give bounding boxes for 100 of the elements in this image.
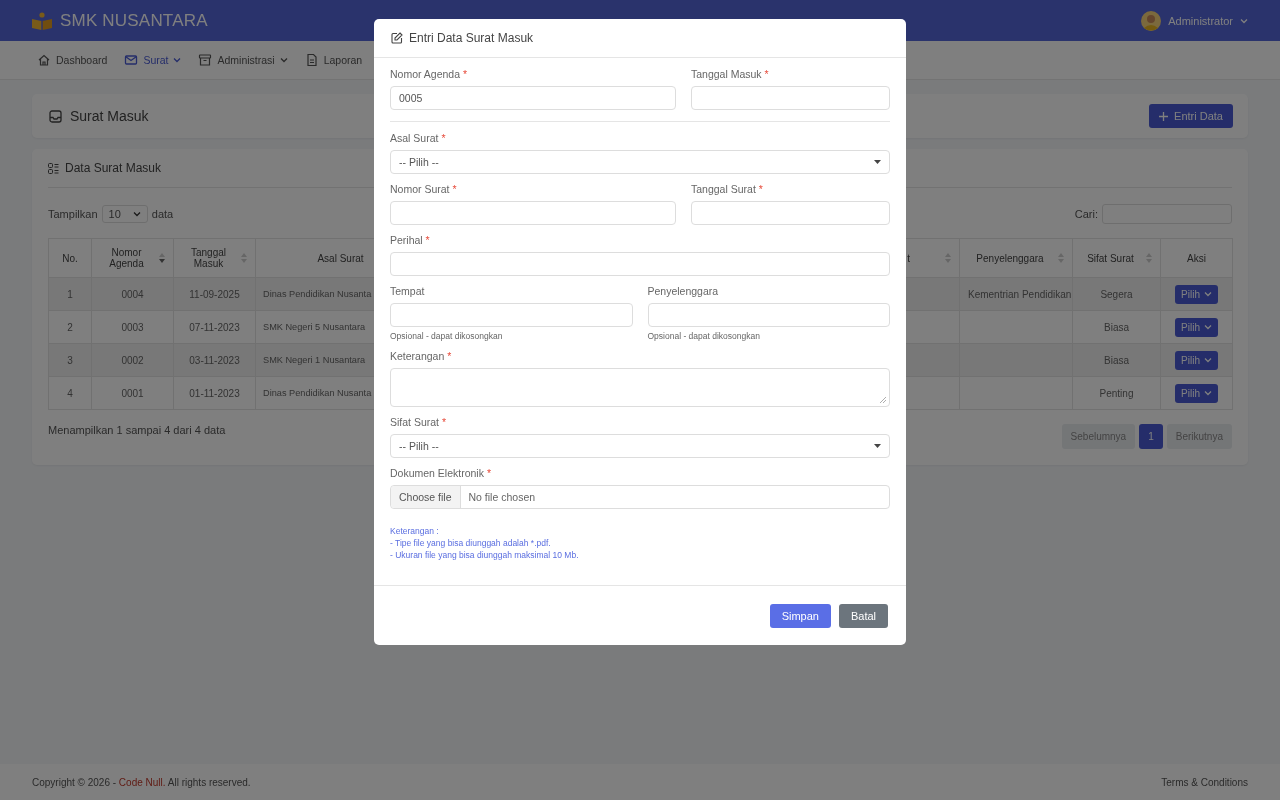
save-button[interactable]: Simpan — [769, 604, 831, 628]
user-menu[interactable]: Administrator — [1141, 10, 1248, 31]
author-link[interactable]: Code Null. — [118, 776, 166, 788]
help-text: Opsional - dapat dikosongkan — [647, 331, 761, 341]
column-header: Sifat Surat — [1087, 252, 1134, 264]
column-header: t — [907, 252, 910, 264]
table-cell: SMK Negeri 5 Nusantara — [263, 322, 366, 332]
column-header: Tanggal Masuk — [190, 247, 227, 269]
table-cell: Dinas Pendidikan Nusanta — [263, 289, 372, 299]
input-field[interactable]: 0005 — [390, 86, 676, 110]
table-cell: 0001 — [121, 387, 144, 399]
pilih-button[interactable]: Pilih — [1175, 350, 1218, 370]
table-cell: 0002 — [121, 354, 144, 366]
home-icon — [37, 53, 51, 67]
avatar-icon — [1141, 10, 1162, 31]
table-cell: Dinas Pendidikan Nusanta — [263, 388, 372, 398]
field-label: Dokumen Elektronik * — [390, 467, 492, 479]
sort-icon[interactable] — [159, 253, 165, 263]
note-text: - Tipe file yang bisa diunggah adalah *.pdf. — [390, 538, 552, 548]
field-label: Perihal * — [390, 234, 431, 246]
table-cell: Segera — [1100, 288, 1133, 300]
table-cell: 4 — [67, 387, 73, 399]
dropdown-arrow-icon — [874, 160, 881, 164]
table-info: Menampilkan 1 sampai 4 dari 4 data — [48, 424, 226, 436]
pilih-button[interactable]: Pilih — [1175, 284, 1218, 304]
table-cell: Penting — [1099, 387, 1134, 399]
table-cell: 01-11-2023 — [189, 387, 240, 399]
sort-icon[interactable] — [241, 253, 247, 263]
field-label: Tempat — [390, 285, 426, 297]
copyright-text: Copyright © 2026 - Code Null. All rights reserved. — [32, 776, 251, 788]
column-header: Aksi — [1187, 252, 1206, 264]
page-title: Surat Masuk — [70, 108, 149, 124]
pilih-button[interactable]: Pilih — [1175, 383, 1218, 403]
input-field[interactable] — [390, 303, 633, 327]
caret-icon — [1203, 291, 1212, 297]
table-cell: Kementrian Pendidikan — [968, 288, 1072, 300]
table-cell: Biasa — [1104, 321, 1129, 333]
page-button[interactable]: 1 — [1139, 424, 1163, 449]
field-label: Keterangan * — [390, 350, 453, 362]
table-cell: Biasa — [1104, 354, 1129, 366]
input-field[interactable] — [647, 303, 890, 327]
field-label: Nomor Agenda * — [390, 68, 469, 80]
file-field[interactable]: Choose file No file chosen — [390, 485, 890, 509]
pilih-button[interactable]: Pilih — [1175, 317, 1218, 337]
caret-icon — [132, 211, 141, 217]
input-field[interactable] — [691, 86, 890, 110]
plus-icon — [1159, 111, 1169, 121]
archive-icon — [198, 53, 213, 67]
inbox-icon — [49, 109, 62, 123]
textarea-field[interactable] — [390, 368, 890, 407]
nav-item[interactable]: Surat — [124, 53, 182, 67]
length-label: Tampilkan — [48, 208, 98, 220]
input-field[interactable] — [390, 252, 890, 276]
field-label: Penyelenggara — [647, 285, 720, 297]
dropdown-arrow-icon — [874, 444, 881, 448]
note-text: - Ukuran file yang bisa diunggah maksimal 10 Mb. — [390, 550, 580, 560]
caret-icon — [1240, 17, 1248, 24]
length-label: data — [151, 208, 174, 220]
logo-icon — [32, 11, 52, 30]
cancel-button[interactable]: Batal — [838, 604, 888, 628]
note-text: Keterangan : — [390, 526, 440, 536]
input-field[interactable] — [691, 201, 890, 225]
nav-item[interactable]: Laporan — [304, 53, 363, 67]
edit-icon — [391, 32, 403, 44]
sort-icon[interactable] — [1058, 253, 1064, 263]
table-cell: 0003 — [121, 321, 144, 333]
select-field[interactable]: -- Pilih -- — [390, 150, 890, 174]
table-cell: 1 — [67, 288, 73, 300]
nav-item[interactable]: Administrasi — [198, 53, 288, 67]
document-icon — [304, 53, 319, 67]
modal-title: Entri Data Surat Masuk — [409, 31, 534, 45]
card-title: Data Surat Masuk — [65, 161, 162, 175]
brand-name: SMK NUSANTARA — [60, 10, 208, 31]
table-cell: 11-09-2025 — [189, 288, 240, 300]
terms-link[interactable]: Terms & Conditions — [1161, 776, 1248, 788]
page-length-select[interactable]: 10 — [101, 205, 148, 223]
resize-handle-icon[interactable] — [880, 397, 886, 403]
entri-data-button[interactable]: Entri Data — [1149, 104, 1233, 128]
select-field[interactable]: -- Pilih -- — [390, 434, 890, 458]
envelope-icon — [124, 53, 139, 67]
table-cell: 2 — [67, 321, 73, 333]
column-header: Penyelenggara — [976, 252, 1044, 264]
sort-icon[interactable] — [1146, 253, 1152, 263]
nav-item[interactable]: Dashboard — [37, 53, 108, 67]
field-label: Tanggal Surat * — [691, 183, 764, 195]
field-label: Asal Surat * — [390, 132, 447, 144]
file-status: No file chosen — [467, 490, 537, 505]
sort-icon[interactable] — [945, 253, 951, 263]
search-label: Cari: — [1074, 208, 1098, 220]
field-label: Sifat Surat * — [390, 416, 448, 428]
input-field[interactable] — [390, 201, 676, 225]
column-header: Nomor Agenda — [108, 247, 145, 269]
caret-icon — [1203, 324, 1212, 330]
table-cell: 07-11-2023 — [189, 321, 240, 333]
table-cell: 3 — [67, 354, 73, 366]
caret-icon — [1203, 357, 1212, 363]
choose-file-button[interactable]: Choose file — [391, 486, 461, 508]
field-label: Nomor Surat * — [390, 183, 458, 195]
list-icon — [48, 162, 59, 174]
table-cell: 0004 — [121, 288, 144, 300]
